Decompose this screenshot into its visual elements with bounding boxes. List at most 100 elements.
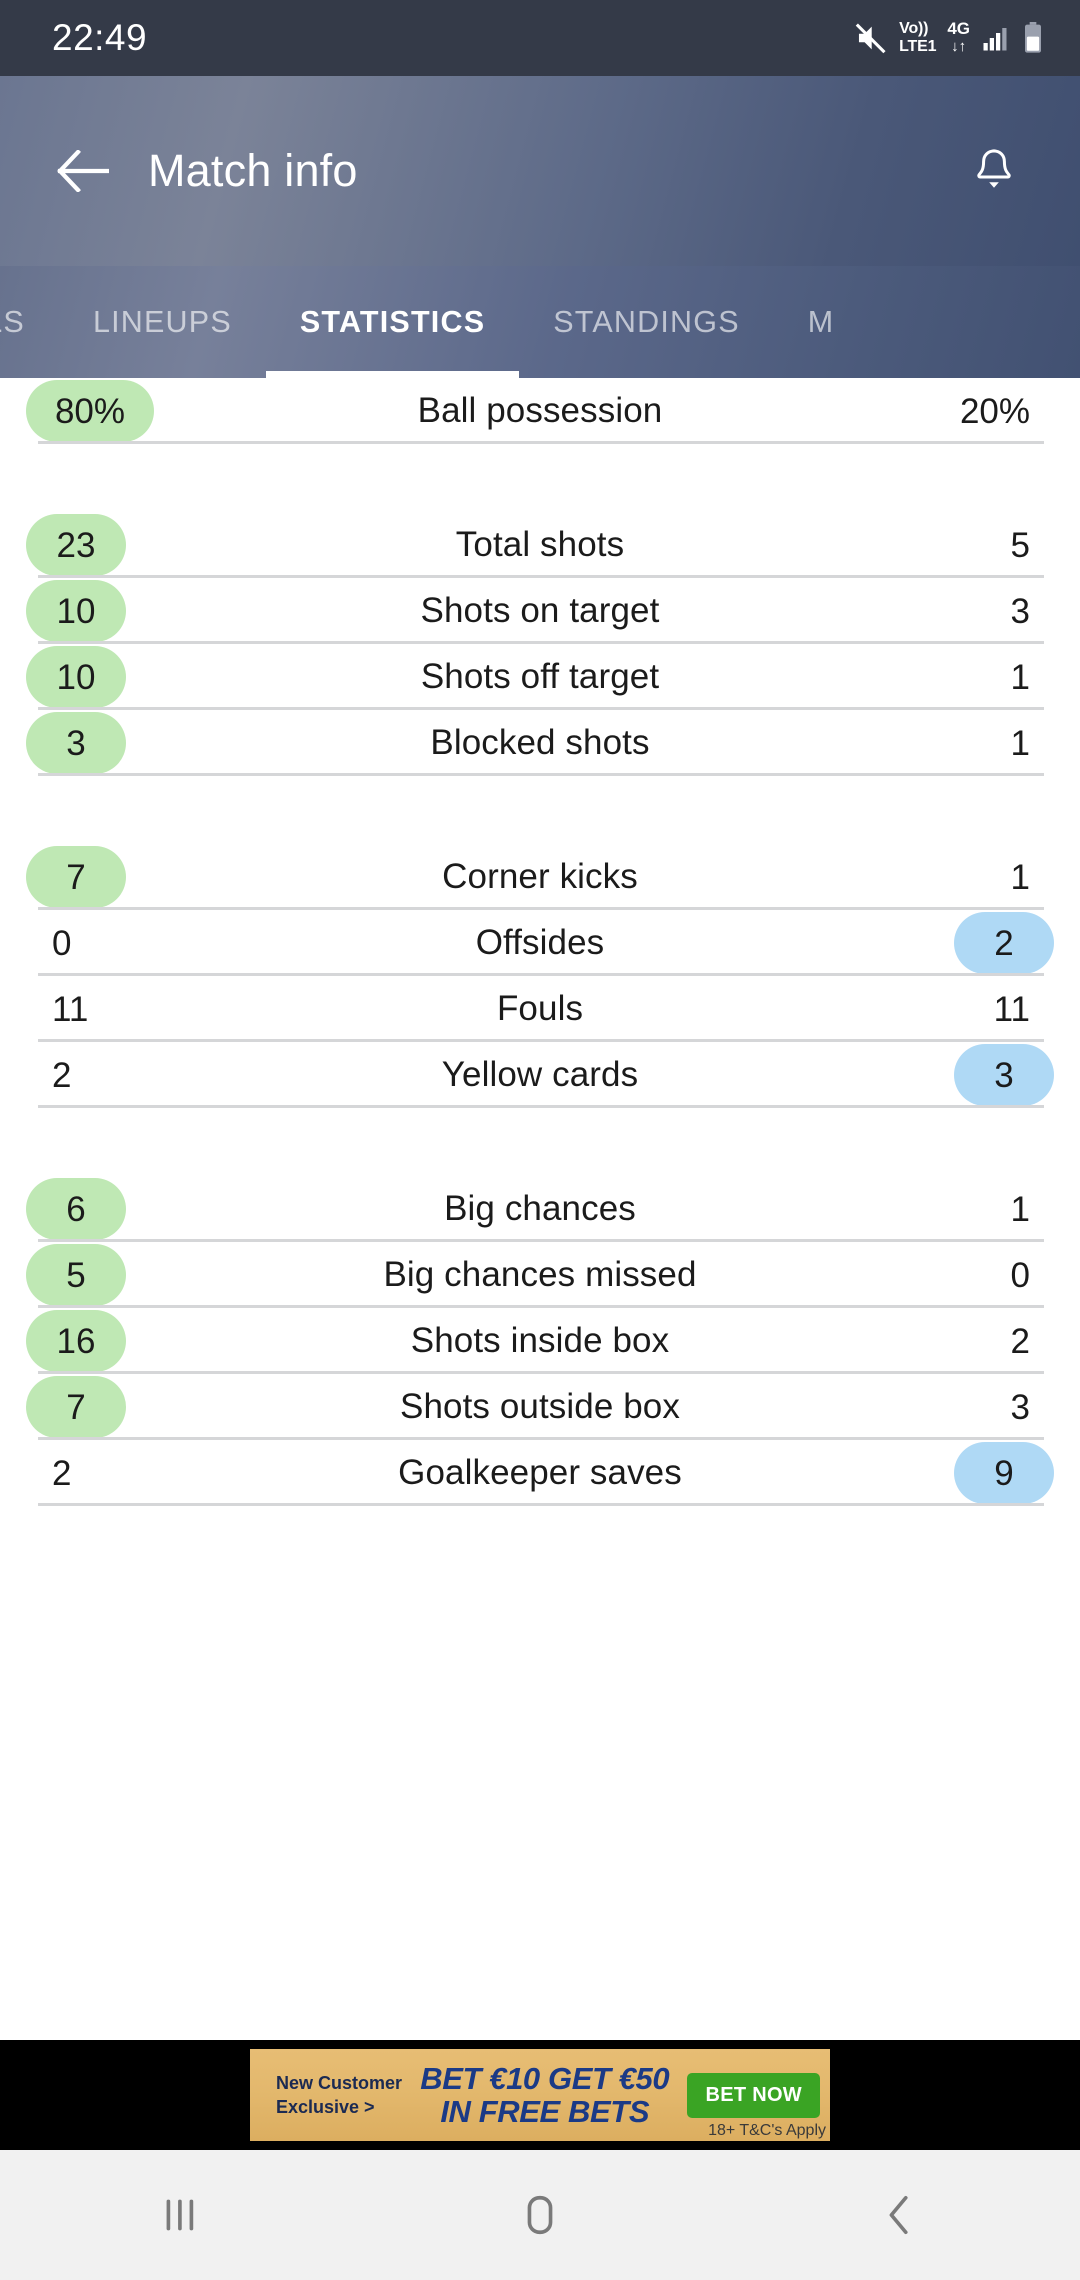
tab-details-label: AILS — [0, 304, 25, 339]
home-icon[interactable] — [465, 2150, 615, 2280]
status-time: 22:49 — [52, 17, 148, 58]
stat-label: Offsides — [475, 923, 605, 962]
home-value: 23 — [26, 514, 126, 576]
network-label: 4G — [947, 19, 970, 38]
table-row[interactable]: 7 Corner kicks 1 — [0, 844, 1080, 910]
stat-label: Blocked shots — [430, 723, 650, 762]
tab-matches[interactable]: M — [774, 266, 869, 378]
group-divider — [0, 1108, 1080, 1176]
stat-group: 7 Corner kicks 1 0 Offsides 2 11 Fouls 1… — [0, 844, 1080, 1108]
table-row[interactable]: 16 Shots inside box 2 — [0, 1308, 1080, 1374]
away-value-cell: 0 — [904, 1245, 1054, 1305]
home-value: 5 — [26, 1244, 126, 1306]
android-nav-bar[interactable] — [0, 2150, 1080, 2280]
data-arrows-label: ↓↑ — [951, 38, 967, 55]
home-value: 2 — [52, 1055, 72, 1095]
table-row[interactable]: 5 Big chances missed 0 — [0, 1242, 1080, 1308]
home-value-cell: 2 — [26, 1045, 176, 1105]
back-arrow-icon[interactable] — [40, 128, 126, 214]
table-row[interactable]: 6 Big chances 1 — [0, 1176, 1080, 1242]
away-value-cell: 20% — [904, 381, 1054, 441]
home-value-cell: 3 — [26, 712, 176, 774]
status-bar: 22:49 Vo)) LTE1 4G ↓↑ — [0, 0, 1080, 76]
bet-now-button[interactable]: BET NOW — [687, 2072, 820, 2118]
stat-label: Corner kicks — [442, 857, 638, 896]
away-value-cell: 3 — [904, 581, 1054, 641]
recents-icon[interactable] — [105, 2150, 255, 2280]
ad-line2: Exclusive > — [276, 2097, 375, 2117]
table-row[interactable]: 10 Shots off target 1 — [0, 644, 1080, 710]
away-value-cell: 11 — [904, 979, 1054, 1039]
stat-label: Ball possession — [417, 391, 663, 430]
table-row[interactable]: 23 Total shots 5 — [0, 512, 1080, 578]
stat-label: Goalkeeper saves — [398, 1453, 682, 1492]
ad-banner[interactable]: New Customer Exclusive > BET €10 GET €50… — [250, 2049, 830, 2141]
tab-matches-label: M — [807, 304, 835, 339]
table-row[interactable]: 10 Shots on target 3 — [0, 578, 1080, 644]
away-value: 0 — [1010, 1255, 1030, 1295]
mute-icon — [854, 21, 888, 55]
away-value-cell: 5 — [904, 515, 1054, 575]
away-value-cell: 3 — [904, 1044, 1054, 1106]
home-value: 0 — [52, 923, 72, 963]
away-value: 2 — [954, 912, 1054, 974]
tab-bar[interactable]: AILS LINEUPS STATISTICS STANDINGS M — [0, 266, 1080, 378]
volte-icon: Vo)) LTE1 — [899, 20, 936, 56]
away-value-cell: 9 — [904, 1442, 1054, 1504]
tab-details[interactable]: AILS — [0, 266, 59, 378]
signal-icon — [981, 23, 1011, 53]
away-value: 3 — [1010, 591, 1030, 631]
table-row[interactable]: 7 Shots outside box 3 — [0, 1374, 1080, 1440]
home-value: 2 — [52, 1453, 72, 1493]
away-value-cell: 1 — [904, 647, 1054, 707]
home-value: 10 — [26, 646, 126, 708]
away-value: 1 — [1010, 723, 1030, 763]
home-value-cell: 16 — [26, 1310, 176, 1372]
home-value-cell: 10 — [26, 580, 176, 642]
away-value: 2 — [1010, 1321, 1030, 1361]
stat-label: Shots on target — [420, 591, 660, 630]
group-divider — [0, 776, 1080, 844]
ad-line1: New Customer — [276, 2073, 403, 2093]
away-value-cell: 3 — [904, 1377, 1054, 1437]
stat-label: Total shots — [455, 525, 625, 564]
home-value-cell: 0 — [26, 913, 176, 973]
nav-back-icon[interactable] — [825, 2150, 975, 2280]
stat-label: Big chances missed — [383, 1255, 697, 1294]
phone-screen: 22:49 Vo)) LTE1 4G ↓↑ Match info S LINEU… — [0, 0, 1080, 2280]
notification-bell-icon[interactable] — [954, 131, 1034, 211]
away-value: 20% — [959, 391, 1030, 431]
home-value-cell: 11 — [26, 979, 176, 1039]
tab-lineups[interactable]: LINEUPS — [59, 266, 266, 378]
table-row[interactable]: 2 Yellow cards 3 — [0, 1042, 1080, 1108]
home-value: 3 — [26, 712, 126, 774]
table-row[interactable]: 2 Goalkeeper saves 9 — [0, 1440, 1080, 1506]
tab-statistics[interactable]: STATISTICS — [265, 266, 520, 378]
tab-standings-label: STANDINGS — [553, 304, 740, 339]
volte-bottom-label: LTE1 — [899, 38, 937, 55]
ad-terms: 18+ T&C's Apply — [708, 2122, 826, 2139]
home-value-cell: 7 — [26, 1376, 176, 1438]
away-value-cell: 1 — [904, 1179, 1054, 1239]
home-value: 7 — [26, 1376, 126, 1438]
home-value: 80% — [26, 380, 154, 442]
home-value-cell: 10 — [26, 646, 176, 708]
away-value-cell: 2 — [904, 912, 1054, 974]
stat-label: Shots off target — [420, 657, 660, 696]
table-row[interactable]: 0 Offsides 2 — [0, 910, 1080, 976]
home-value: 6 — [26, 1178, 126, 1240]
table-row[interactable]: 3 Blocked shots 1 — [0, 710, 1080, 776]
home-value: 11 — [52, 989, 89, 1029]
tab-standings[interactable]: STANDINGS — [519, 266, 773, 378]
away-value-cell: 1 — [904, 713, 1054, 773]
stat-group: 80% Ball possession 20% — [0, 378, 1080, 444]
table-row[interactable]: 11 Fouls 11 — [0, 976, 1080, 1042]
table-row[interactable]: 80% Ball possession 20% — [0, 378, 1080, 444]
away-value: 11 — [993, 989, 1030, 1029]
stat-label: Big chances — [444, 1189, 636, 1228]
ad-container: New Customer Exclusive > BET €10 GET €50… — [0, 2040, 1080, 2150]
ad-headline-1: BET €10 GET €50 — [420, 2061, 670, 2096]
away-value: 3 — [954, 1044, 1054, 1106]
home-value: 10 — [26, 580, 126, 642]
statistics-list[interactable]: 80% Ball possession 20% 23 Total shots 5… — [0, 378, 1080, 2040]
